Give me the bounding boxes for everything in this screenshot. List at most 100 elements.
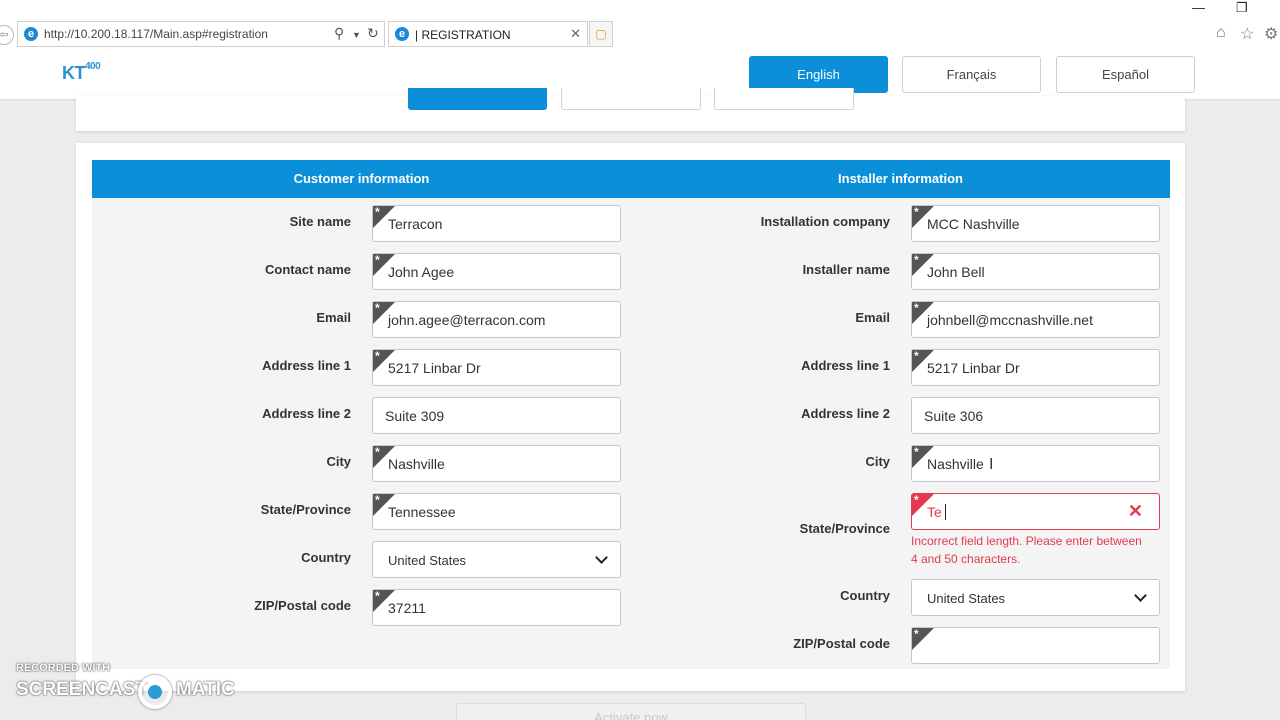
installer-country-label: Country — [840, 588, 890, 603]
installer-state-label: State/Province — [799, 521, 890, 536]
site-name-label: Site name — [289, 214, 351, 229]
required-star-icon: * — [914, 253, 919, 267]
installer-zip-field[interactable]: * — [911, 627, 1160, 664]
customer-state-label: State/Province — [260, 502, 351, 517]
language-spanish-button[interactable]: Español — [1056, 56, 1195, 93]
customer-address1-value: 5217 Linbar Dr — [388, 360, 481, 376]
screencast-logo-icon — [138, 675, 172, 709]
watermark-matic: MATIC — [176, 679, 235, 700]
installer-address1-label: Address line 1 — [801, 358, 890, 373]
required-star-icon: * — [375, 349, 380, 363]
installer-state-field[interactable]: * Te ✕ — [911, 493, 1160, 530]
site-name-value: Terracon — [388, 216, 443, 232]
installer-address1-value: 5217 Linbar Dr — [927, 360, 1020, 376]
customer-email-label: Email — [316, 310, 351, 325]
installer-city-value: Nashville — [927, 456, 984, 472]
customer-country-value: United States — [388, 553, 467, 568]
address-url[interactable]: http://10.200.18.117/Main.asp#registrati… — [44, 27, 268, 41]
installer-address2-label: Address line 2 — [801, 406, 890, 421]
installer-country-value: United States — [927, 591, 1006, 606]
customer-address1-field[interactable]: * 5217 Linbar Dr — [372, 349, 621, 386]
settings-gear-icon[interactable]: ⚙ — [1264, 24, 1278, 44]
required-star-icon: * — [914, 493, 919, 507]
installer-name-field[interactable]: * John Bell — [911, 253, 1160, 290]
installer-email-label: Email — [855, 310, 890, 325]
chevron-down-icon — [595, 551, 608, 564]
required-star-icon: * — [375, 253, 380, 267]
installer-email-value: johnbell@mccnashville.net — [927, 312, 1093, 328]
installer-email-field[interactable]: * johnbell@mccnashville.net — [911, 301, 1160, 338]
customer-email-field[interactable]: * john.agee@terracon.com — [372, 301, 621, 338]
clear-error-icon[interactable]: ✕ — [1128, 501, 1143, 522]
search-icon[interactable]: ⚲ — [334, 25, 344, 42]
installer-city-label: City — [865, 454, 890, 469]
installer-address2-field[interactable]: Suite 306 — [911, 397, 1160, 434]
minimize-icon[interactable]: — — [1192, 0, 1205, 15]
installer-state-value: Te — [927, 504, 942, 520]
customer-zip-label: ZIP/Postal code — [254, 598, 351, 613]
contact-name-label: Contact name — [265, 262, 351, 277]
customer-state-value: Tennessee — [388, 504, 456, 520]
required-star-icon: * — [375, 301, 380, 315]
installer-address2-value: Suite 306 — [924, 408, 984, 424]
kt400-logo: KT400 — [62, 61, 101, 83]
customer-city-value: Nashville — [388, 456, 445, 472]
installation-company-field[interactable]: * MCC Nashville — [911, 205, 1160, 242]
customer-zip-field[interactable]: * 37211 — [372, 589, 621, 626]
close-tab-icon[interactable]: ✕ — [570, 26, 581, 42]
installer-information-title: Installer information — [838, 171, 963, 186]
back-icon[interactable]: ⇦ — [0, 25, 14, 45]
required-star-icon: * — [914, 205, 919, 219]
ie-icon: e — [395, 27, 409, 41]
contact-name-field[interactable]: * John Agee — [372, 253, 621, 290]
step-button-1[interactable] — [408, 88, 547, 110]
registration-form-card: Customer information Installer informati… — [76, 143, 1185, 691]
activate-now-button[interactable]: Activate now — [456, 703, 806, 720]
customer-city-label: City — [326, 454, 351, 469]
required-star-icon: * — [375, 205, 380, 219]
installer-name-value: John Bell — [927, 264, 985, 280]
installer-zip-label: ZIP/Postal code — [793, 636, 890, 651]
site-name-field[interactable]: * Terracon — [372, 205, 621, 242]
customer-information-title: Customer information — [293, 171, 430, 186]
required-star-icon: * — [914, 301, 919, 315]
customer-zip-value: 37211 — [388, 600, 426, 616]
customer-address1-label: Address line 1 — [262, 358, 351, 373]
step-button-3[interactable] — [714, 88, 854, 110]
address-bar[interactable]: e http://10.200.18.117/Main.asp#registra… — [17, 21, 385, 47]
installer-country-select[interactable]: United States — [911, 579, 1160, 616]
section-header: Customer information Installer informati… — [92, 160, 1170, 198]
required-star-icon: * — [914, 445, 919, 459]
refresh-icon[interactable]: ↻ — [367, 25, 379, 42]
customer-address2-field[interactable]: Suite 309 — [372, 397, 621, 434]
watermark-screencast: SCREENCAST — [16, 679, 147, 700]
installation-company-label: Installation company — [760, 214, 890, 229]
customer-address2-value: Suite 309 — [385, 408, 445, 424]
customer-country-select[interactable]: United States — [372, 541, 621, 578]
restore-icon[interactable]: ❐ — [1236, 0, 1248, 16]
browser-chrome: ⇦ e http://10.200.18.117/Main.asp#regist… — [0, 0, 1280, 50]
required-star-icon: * — [375, 589, 380, 603]
dropdown-icon[interactable]: ▼ — [352, 30, 361, 40]
state-error-message: Incorrect field length. Please enter bet… — [911, 534, 1142, 566]
installer-address1-field[interactable]: * 5217 Linbar Dr — [911, 349, 1160, 386]
step-button-2[interactable] — [561, 88, 701, 110]
required-star-icon: * — [914, 627, 919, 641]
language-french-button[interactable]: Français — [902, 56, 1041, 93]
home-icon[interactable]: ⌂ — [1216, 24, 1226, 42]
tab-registration[interactable]: e | REGISTRATION ✕ — [388, 21, 588, 47]
contact-name-value: John Agee — [388, 264, 455, 280]
customer-city-field[interactable]: * Nashville — [372, 445, 621, 482]
installer-city-field[interactable]: * Nashville — [911, 445, 1160, 482]
required-star-icon: * — [375, 445, 380, 459]
ie-icon: e — [24, 27, 38, 41]
new-tab-icon[interactable]: ▢ — [589, 21, 613, 47]
customer-email-value: john.agee@terracon.com — [388, 312, 546, 328]
installer-name-label: Installer name — [802, 262, 890, 277]
text-cursor-icon: I — [989, 456, 994, 473]
customer-state-field[interactable]: * Tennessee — [372, 493, 621, 530]
tab-title: | REGISTRATION — [415, 28, 511, 42]
required-star-icon: * — [375, 493, 380, 507]
upper-card — [76, 88, 1185, 131]
favorites-star-icon[interactable]: ☆ — [1240, 24, 1254, 44]
